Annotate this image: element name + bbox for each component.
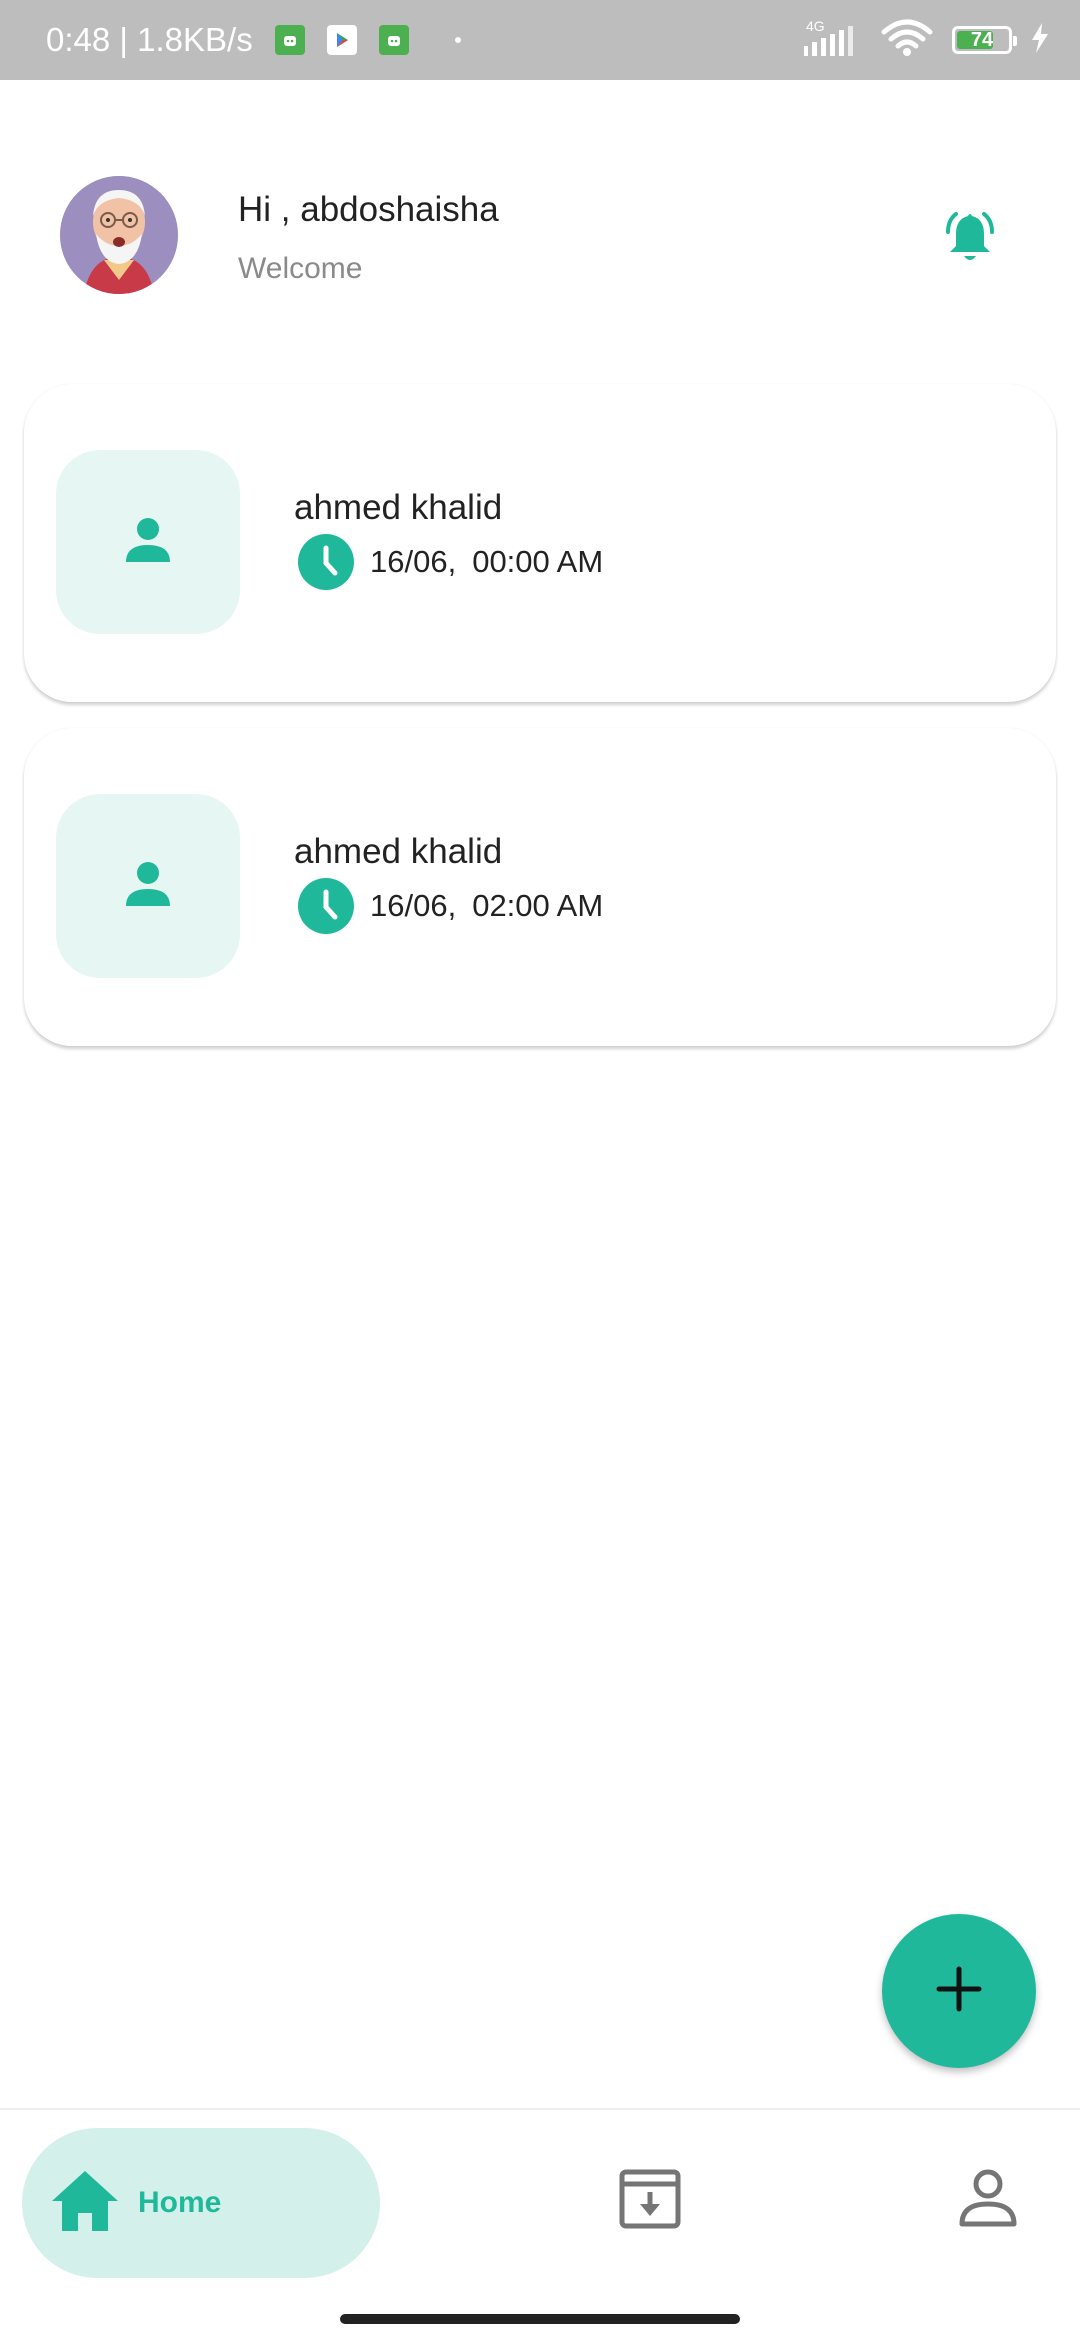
nav-item-profile[interactable] (948, 2160, 1028, 2240)
person-icon (120, 856, 176, 917)
clock-icon (298, 534, 354, 590)
bottom-navigation: Home (0, 2108, 1080, 2340)
notification-dot (454, 37, 461, 43)
nav-home-label: Home (138, 2186, 222, 2219)
record-datetime: 16/06, 02:00 AM (298, 878, 603, 934)
bell-ringing-icon (938, 206, 1002, 275)
battery-level: 74 (970, 28, 994, 51)
clock-icon (298, 878, 354, 934)
avatar[interactable] (60, 176, 178, 294)
nav-item-home[interactable]: Home (22, 2128, 380, 2278)
charging-bolt-icon (1030, 22, 1050, 58)
archive-download-icon (618, 2166, 682, 2235)
record-datetime: 16/06, 00:00 AM (298, 534, 603, 590)
plus-icon (934, 1964, 984, 2019)
status-time-speed: 0:48 | 1.8KB/s (46, 21, 253, 58)
add-fab-button[interactable] (882, 1914, 1036, 2068)
record-time: 02:00 AM (472, 888, 604, 923)
cellular-signal-icon: 4G (800, 18, 862, 60)
record-time: 00:00 AM (472, 544, 604, 579)
record-name: ahmed khalid (294, 488, 503, 527)
record-date: 16/06, (370, 544, 457, 579)
home-icon (50, 2169, 120, 2238)
status-bar: 0:48 | 1.8KB/s 4G 74 (0, 0, 1080, 80)
record-thumbnail (56, 450, 240, 634)
record-date: 16/06, (370, 888, 457, 923)
android-app-icon-2 (378, 25, 409, 55)
record-name: ahmed khalid (294, 832, 503, 871)
person-icon (120, 512, 176, 573)
gesture-home-indicator[interactable] (340, 2314, 740, 2324)
record-card[interactable]: ahmed khalid 16/06, 00:00 AM (24, 384, 1056, 702)
record-thumbnail (56, 794, 240, 978)
wifi-icon (880, 18, 934, 63)
battery-cap (1013, 36, 1017, 46)
battery-icon: 74 (952, 26, 1017, 54)
nav-item-archive[interactable] (610, 2160, 690, 2240)
greeting-text: Hi , abdoshaisha (238, 190, 499, 229)
header: Hi , abdoshaisha Welcome (0, 160, 1080, 320)
android-app-icon (274, 25, 305, 55)
records-list: ahmed khalid 16/06, 00:00 AM ahmed khali… (24, 384, 1056, 1072)
person-outline-icon (956, 2166, 1020, 2235)
notification-bell-button[interactable] (930, 200, 1010, 280)
play-store-icon (326, 25, 357, 55)
welcome-subtitle: Welcome (238, 252, 363, 285)
record-card[interactable]: ahmed khalid 16/06, 02:00 AM (24, 728, 1056, 1046)
